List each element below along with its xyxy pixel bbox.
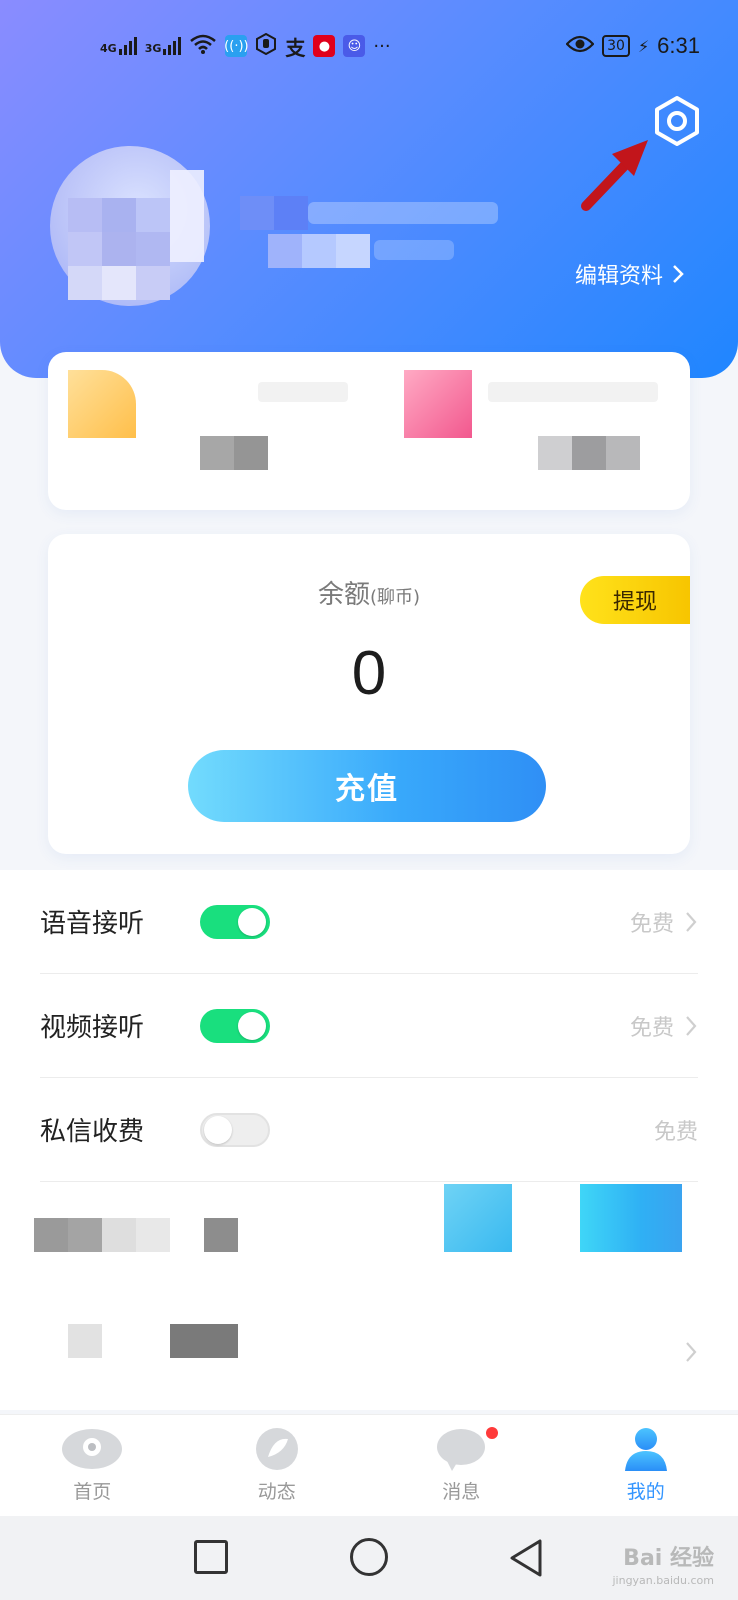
charging-icon: ⚡ — [637, 36, 650, 56]
video-price[interactable]: 免费 — [630, 1010, 698, 1042]
voice-answer-toggle[interactable] — [200, 904, 270, 939]
redacted-block — [258, 382, 348, 402]
list-item-voice[interactable]: 语音接听 免费 — [40, 870, 698, 974]
voice-price[interactable]: 免费 — [630, 906, 698, 938]
redacted-block — [572, 436, 606, 470]
balance-value: 0 — [351, 639, 387, 708]
chevron-right-icon — [686, 1015, 697, 1036]
message-fee-toggle[interactable] — [200, 1112, 270, 1147]
video-answer-label: 视频接听 — [40, 1013, 145, 1043]
battery-indicator: 30 — [602, 35, 630, 57]
chevron-right-icon — [686, 911, 697, 932]
list-item-redacted-2[interactable] — [40, 1300, 698, 1404]
clock: 6:31 — [657, 33, 700, 58]
recents-button[interactable] — [194, 1540, 228, 1574]
ghost-app-icon: ☺ — [343, 35, 366, 57]
wifi-icon — [189, 33, 217, 59]
list-item-message-fee[interactable]: 私信收费 免费 — [40, 1078, 698, 1182]
redacted-block — [488, 382, 658, 402]
tab-mine[interactable]: 我的 — [554, 1415, 738, 1516]
redacted-block — [234, 436, 268, 470]
list-item-video[interactable]: 视频接听 免费 — [40, 974, 698, 1078]
unread-badge — [486, 1427, 498, 1439]
status-bar: 4G 3G ((·)) 支 ● ☺ ··· 30 ⚡ 6:31 — [0, 28, 738, 64]
tab-home-label: 首页 — [73, 1481, 112, 1503]
chevron-right-icon — [684, 1340, 698, 1364]
redacted-block — [606, 436, 640, 470]
vip-icon-right — [404, 370, 472, 438]
user-info-redacted — [240, 196, 510, 276]
home-button[interactable] — [350, 1538, 388, 1576]
balance-label: 余额 — [317, 580, 370, 610]
back-button[interactable] — [508, 1538, 544, 1578]
signal-icon-2: 3G — [145, 37, 182, 55]
alipay-icon: 支 — [285, 35, 306, 60]
watermark-text: Bai 经验 — [623, 1546, 714, 1571]
video-price-label: 免费 — [629, 1015, 674, 1041]
membership-card[interactable] — [48, 352, 690, 510]
message-price-label: 免费 — [653, 1119, 698, 1145]
voice-answer-label: 语音接听 — [40, 909, 145, 939]
voice-price-label: 免费 — [629, 911, 674, 937]
bottom-tab-bar: 首页 动态 消息 我的 — [0, 1414, 738, 1516]
status-right-icons: 30 ⚡ 6:31 — [565, 28, 700, 64]
tab-home[interactable]: 首页 — [0, 1415, 185, 1516]
list-item-redacted[interactable] — [34, 1182, 698, 1286]
withdraw-button[interactable]: 提现 — [580, 576, 690, 624]
tab-feed[interactable]: 动态 — [185, 1415, 370, 1516]
hotspot-icon: ((·)) — [224, 35, 249, 57]
feed-icon — [255, 1428, 298, 1470]
tab-messages-label: 消息 — [442, 1481, 481, 1503]
balance-unit: (聊币) — [369, 587, 421, 608]
message-fee-label: 私信收费 — [40, 1117, 145, 1147]
edit-profile-link[interactable]: 编辑资料 — [575, 258, 685, 290]
tab-feed-label: 动态 — [257, 1481, 296, 1503]
eye-icon — [565, 34, 595, 58]
tab-mine-label: 我的 — [626, 1481, 665, 1503]
message-price: 免费 — [654, 1114, 698, 1146]
hand-icon — [255, 32, 277, 59]
signal-icon: 4G — [100, 37, 137, 55]
chevron-right-icon — [673, 265, 684, 283]
home-icon — [62, 1429, 123, 1469]
avatar[interactable] — [50, 146, 210, 306]
wallet-card: 余额(聊币) 提现 0 充值 — [48, 534, 690, 854]
message-icon — [437, 1429, 486, 1471]
redacted-block — [200, 436, 234, 470]
profile-header: 4G 3G ((·)) 支 ● ☺ ··· 30 ⚡ 6:31 编辑资料 — [0, 0, 738, 378]
edit-profile-label: 编辑资料 — [575, 264, 664, 289]
redacted-block — [538, 436, 572, 470]
recharge-button[interactable]: 充值 — [188, 750, 546, 822]
profile-icon — [624, 1428, 667, 1471]
status-left-icons: 4G 3G ((·)) 支 ● ☺ ··· — [100, 28, 391, 64]
watermark-url: jingyan.baidu.com — [612, 1574, 714, 1587]
record-app-icon: ● — [313, 35, 336, 57]
tab-messages[interactable]: 消息 — [369, 1415, 554, 1516]
vip-icon-left — [68, 370, 136, 438]
settings-gear-icon[interactable] — [650, 94, 704, 148]
video-answer-toggle[interactable] — [200, 1008, 270, 1043]
call-settings-list: 语音接听 免费 视频接听 免费 私信收费 免费 — [0, 870, 738, 1410]
red-arrow-annotation — [578, 140, 658, 212]
more-notifications: ··· — [373, 35, 391, 57]
system-navigation-bar: Bai 经验 jingyan.baidu.com — [0, 1516, 738, 1600]
